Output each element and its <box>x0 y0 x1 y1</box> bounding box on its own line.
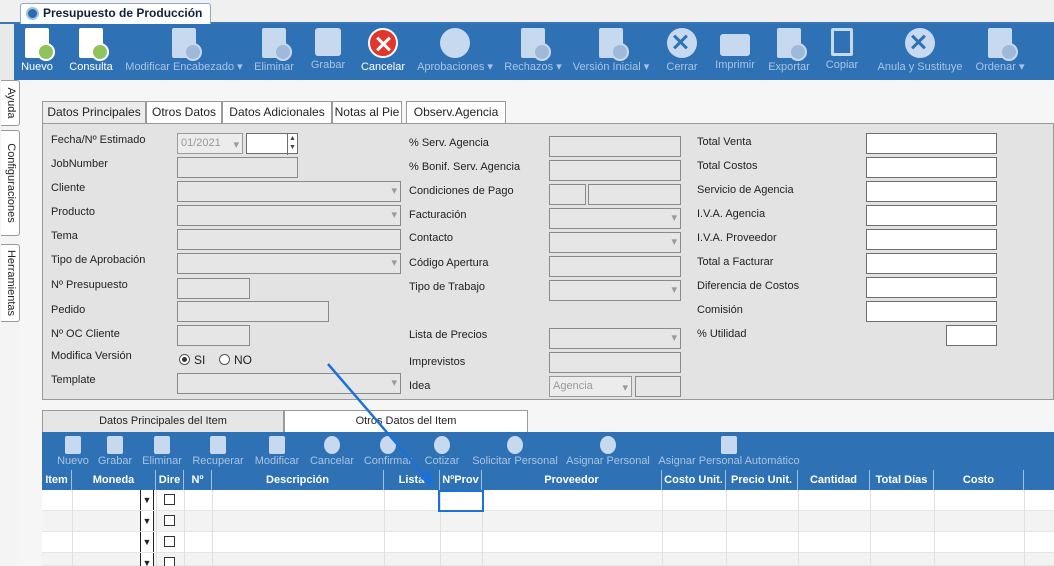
anula-sustituye-button[interactable]: Anula y Sustituye <box>872 24 968 80</box>
cancelar-button[interactable]: Cancelar <box>356 24 410 80</box>
floppy-icon <box>315 28 341 56</box>
export-icon <box>777 28 807 61</box>
version-inicial-button[interactable]: Versión Inicial ▾ <box>570 24 652 80</box>
new-doc-icon <box>25 28 55 61</box>
side-tab-ayuda[interactable]: Ayuda <box>1 80 20 126</box>
copiar-button[interactable]: Copiar <box>822 24 862 80</box>
cerrar-button[interactable]: Cerrar <box>660 24 704 80</box>
reject-icon <box>521 28 551 61</box>
consulta-button[interactable]: Consulta <box>64 24 118 80</box>
order-icon <box>988 28 1018 61</box>
content-area: Datos Principales Otros Datos Datos Adic… <box>20 80 1054 566</box>
copy-icon <box>831 28 853 56</box>
delete-doc-icon <box>262 28 292 61</box>
exportar-button[interactable]: Exportar <box>764 24 814 80</box>
ordenar-button[interactable]: Ordenar ▾ <box>972 24 1028 80</box>
annotation-arrow <box>327 363 434 488</box>
side-tab-configuraciones[interactable]: Configuraciones <box>1 130 20 236</box>
nuevo-button[interactable]: Nuevo <box>16 24 58 80</box>
version-icon <box>599 28 629 61</box>
side-tab-rail: Ayuda Configuraciones Herramientas <box>0 80 20 566</box>
modificar-encabezado-button[interactable]: Modificar Encabezado ▾ <box>122 24 246 80</box>
aprobaciones-button[interactable]: Aprobaciones ▾ <box>414 24 496 80</box>
rechazos-button[interactable]: Rechazos ▾ <box>500 24 566 80</box>
cancel-icon <box>368 28 398 58</box>
imprimir-button[interactable]: Imprimir <box>712 24 758 80</box>
eliminar-button[interactable]: Eliminar <box>250 24 298 80</box>
query-doc-icon <box>79 28 109 61</box>
window-tabbar: Presupuesto de Producción <box>0 0 1054 24</box>
close-icon <box>667 28 697 58</box>
window-tab-title: Presupuesto de Producción <box>43 6 203 20</box>
grabar-button[interactable]: Grabar <box>304 24 352 80</box>
main-toolbar: Nuevo Consulta Modificar Encabezado ▾ El… <box>14 24 1054 80</box>
approve-icon <box>440 28 470 58</box>
window-tab-presupuesto[interactable]: Presupuesto de Producción <box>20 3 212 24</box>
side-tab-herramientas[interactable]: Herramientas <box>1 244 20 322</box>
printer-icon <box>720 34 750 56</box>
edit-icon <box>172 28 202 61</box>
void-icon <box>905 28 935 58</box>
app-logo-icon <box>26 7 39 20</box>
